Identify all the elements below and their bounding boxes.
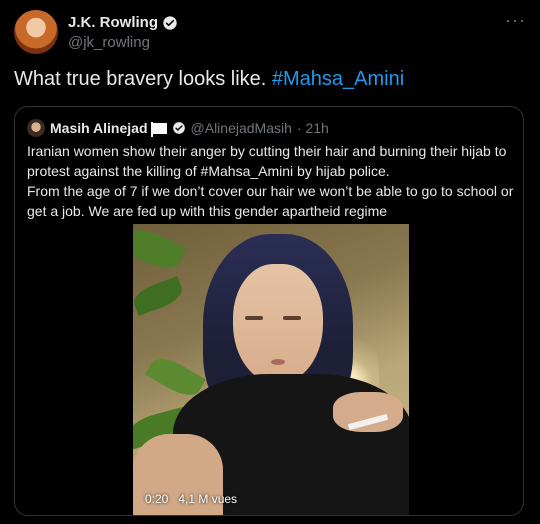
tweet[interactable]: J.K. Rowling @jk_rowling ··· What true b… xyxy=(0,0,540,524)
video-views: 4,1 M vues xyxy=(178,492,238,506)
plant-leaf xyxy=(133,276,186,316)
plant-leaf xyxy=(133,224,187,276)
quoted-tweet[interactable]: Masih Alinejad @AlinejadMasih · 21h Iran… xyxy=(14,106,524,516)
quoted-author-handle[interactable]: @AlinejadMasih xyxy=(191,120,292,136)
author-handle[interactable]: @jk_rowling xyxy=(68,34,150,51)
quoted-tweet-header: Masih Alinejad @AlinejadMasih · 21h xyxy=(27,119,329,137)
verified-badge-icon xyxy=(163,15,177,30)
author-avatar[interactable] xyxy=(14,10,58,54)
more-options-icon[interactable]: ··· xyxy=(505,10,526,31)
quoted-tweet-text: Iranian women show their anger by cuttin… xyxy=(27,141,515,221)
hashtag-link[interactable]: #Mahsa_Amini xyxy=(272,68,404,90)
quoted-author-name[interactable]: Masih Alinejad xyxy=(50,120,148,136)
tweet-body: What true bravery looks like. xyxy=(14,68,272,90)
tweet-text: What true bravery looks like. #Mahsa_Ami… xyxy=(14,68,404,91)
person-eye xyxy=(283,316,301,320)
author-name-row[interactable]: J.K. Rowling xyxy=(68,14,178,31)
verified-badge-icon xyxy=(172,122,185,134)
person-face xyxy=(233,264,323,384)
author-name[interactable]: J.K. Rowling xyxy=(68,14,158,31)
quoted-line-2: From the age of 7 if we don’t cover our … xyxy=(27,183,514,219)
quoted-line-1: Iranian women show their anger by cuttin… xyxy=(27,143,507,179)
quoted-tweet-time[interactable]: · 21h xyxy=(297,120,329,136)
person-mouth xyxy=(271,359,285,365)
video-meta: 0:20 4,1 M vues xyxy=(145,492,237,506)
video-player[interactable]: 0:20 4,1 M vues xyxy=(133,224,409,515)
person-hand xyxy=(333,392,403,432)
white-flag-icon xyxy=(150,121,167,137)
person-eye xyxy=(245,316,263,320)
video-duration: 0:20 xyxy=(145,492,169,506)
quoted-author-avatar[interactable] xyxy=(27,119,45,137)
